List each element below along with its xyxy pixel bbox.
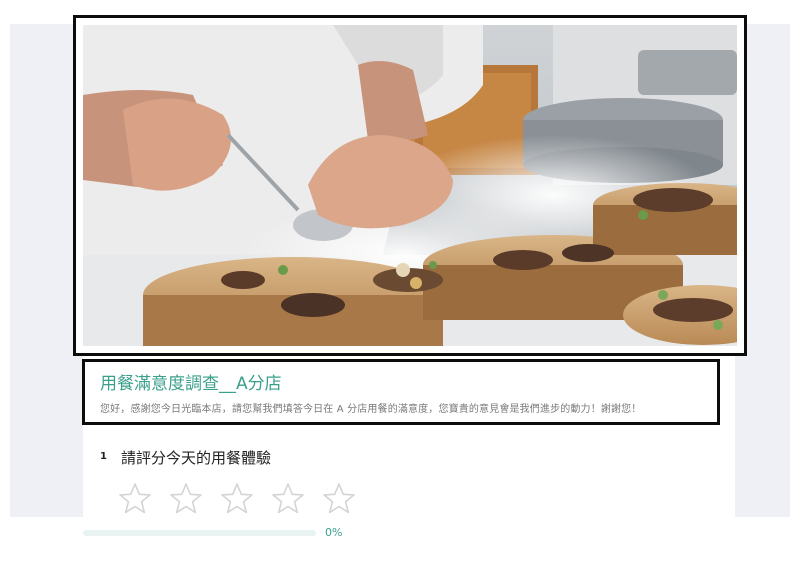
hero-image bbox=[83, 25, 737, 346]
progress-label: 0% bbox=[325, 526, 343, 539]
question-number: 1 bbox=[100, 451, 107, 462]
question-text: 請評分今天的用餐體驗 bbox=[121, 449, 272, 467]
hero-image-frame bbox=[73, 15, 747, 356]
progress-bar bbox=[83, 530, 316, 536]
star-outline-icon[interactable] bbox=[118, 482, 152, 516]
star-outline-icon[interactable] bbox=[322, 482, 356, 516]
survey-header: 用餐滿意度調查__A分店 您好，感謝您今日光臨本店，請您幫我們填答今日在 A 分… bbox=[82, 359, 720, 425]
star-outline-icon[interactable] bbox=[271, 482, 305, 516]
survey-title: 用餐滿意度調查__A分店 bbox=[100, 374, 282, 394]
star-rating[interactable] bbox=[118, 482, 368, 518]
star-outline-icon[interactable] bbox=[220, 482, 254, 516]
survey-description: 您好，感謝您今日光臨本店，請您幫我們填答今日在 A 分店用餐的滿意度，您寶貴的意… bbox=[100, 404, 642, 415]
star-outline-icon[interactable] bbox=[169, 482, 203, 516]
